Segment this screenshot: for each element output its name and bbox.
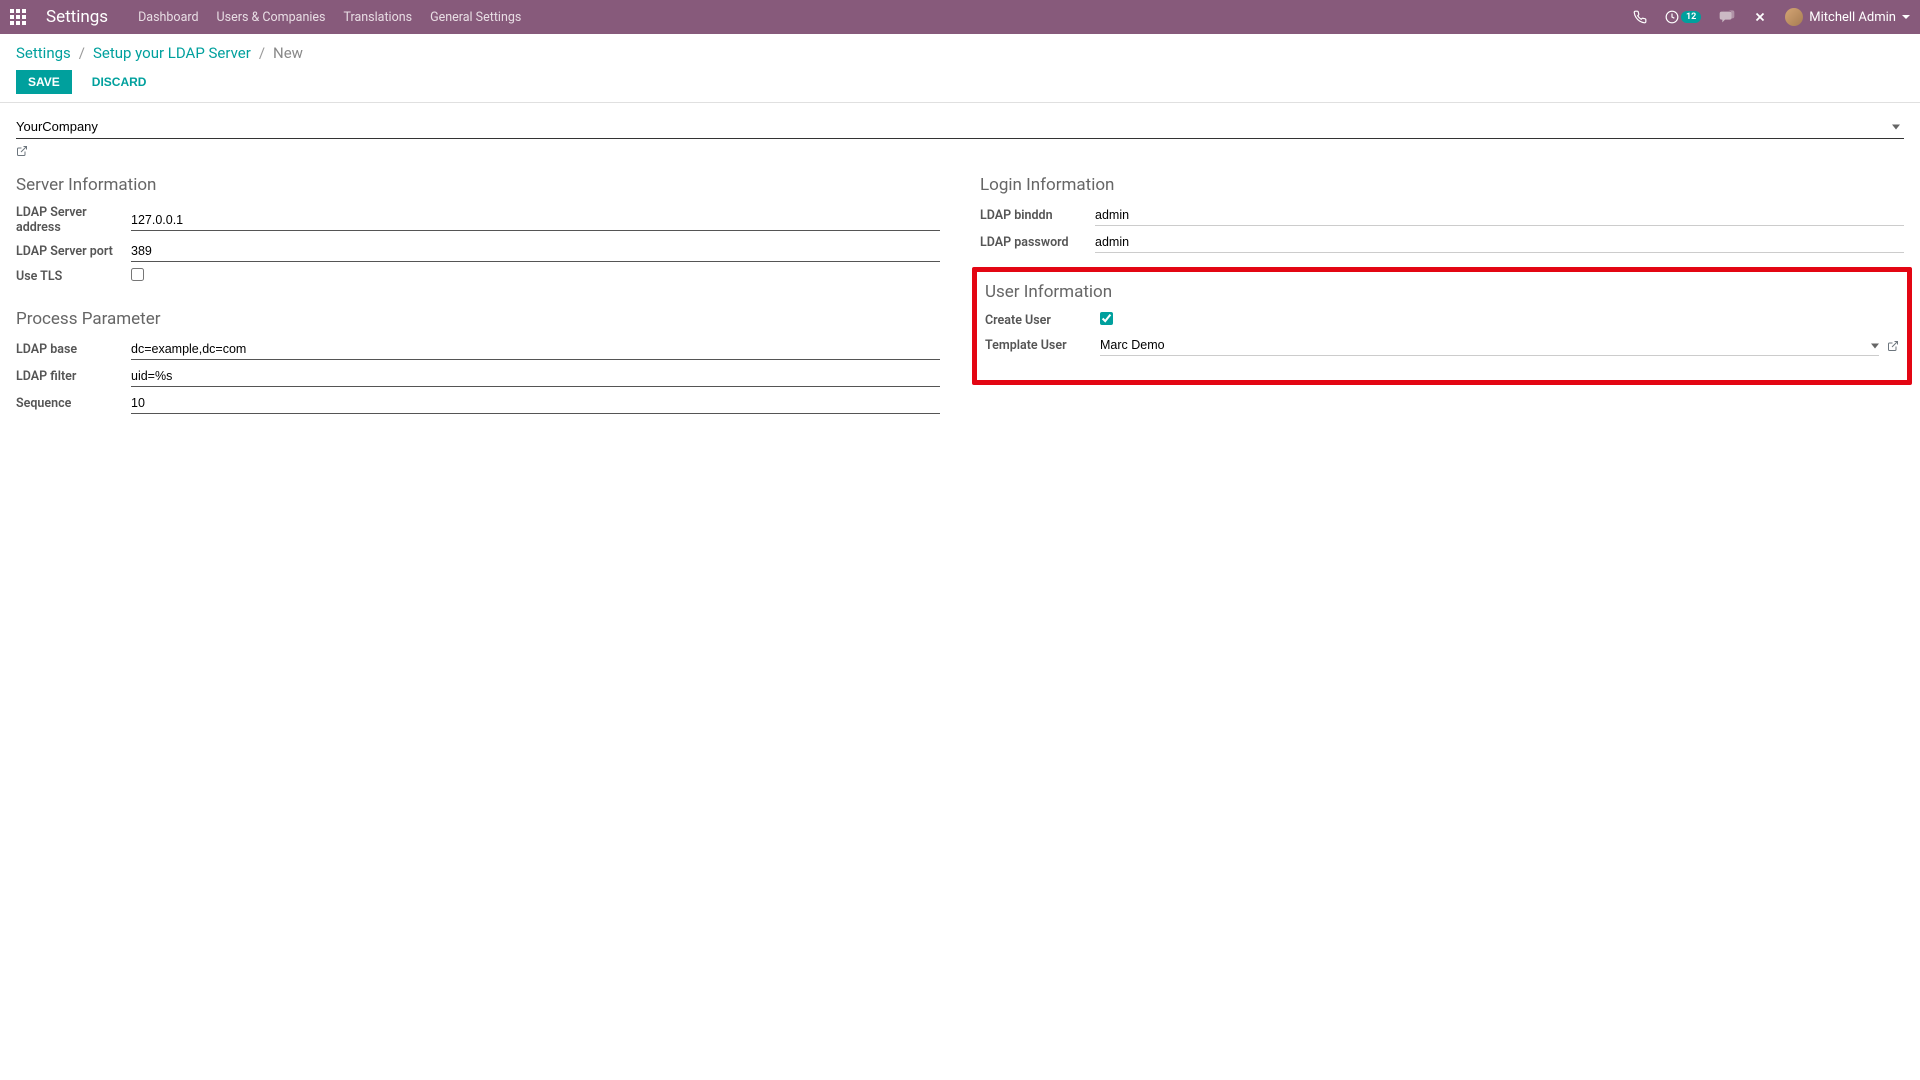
- label-create-user: Create User: [985, 313, 1100, 328]
- label-ldap-password: LDAP password: [980, 235, 1095, 250]
- user-info-section: User Information Create User Template Us…: [985, 282, 1899, 356]
- field-use-tls: Use TLS: [16, 268, 940, 285]
- field-ldap-password: LDAP password: [980, 232, 1904, 253]
- control-panel: Settings / Setup your LDAP Server / New …: [0, 34, 1920, 103]
- nav-dashboard[interactable]: Dashboard: [138, 10, 198, 25]
- user-menu[interactable]: Mitchell Admin: [1785, 8, 1910, 26]
- action-buttons: SAVE DISCARD: [16, 70, 1904, 94]
- activity-badge: 12: [1681, 11, 1701, 23]
- server-info-title: Server Information: [16, 175, 940, 195]
- field-template-user: Template User: [985, 335, 1899, 356]
- input-sequence[interactable]: [131, 393, 940, 414]
- server-info-section: Server Information LDAP Server address L…: [16, 175, 940, 285]
- topbar-left: Settings Dashboard Users & Companies Tra…: [10, 7, 521, 27]
- input-ldap-filter[interactable]: [131, 366, 940, 387]
- label-ldap-port: LDAP Server port: [16, 244, 131, 259]
- apps-icon[interactable]: [10, 9, 26, 25]
- field-ldap-port: LDAP Server port: [16, 241, 940, 262]
- form-view: Server Information LDAP Server address L…: [0, 103, 1920, 468]
- breadcrumb-sep: /: [259, 44, 265, 62]
- label-ldap-binddn: LDAP binddn: [980, 208, 1095, 223]
- topbar: Settings Dashboard Users & Companies Tra…: [0, 0, 1920, 34]
- field-ldap-binddn: LDAP binddn: [980, 205, 1904, 226]
- breadcrumb-current: New: [273, 44, 303, 62]
- field-ldap-base: LDAP base: [16, 339, 940, 360]
- breadcrumb: Settings / Setup your LDAP Server / New: [16, 44, 1904, 62]
- nav-users-companies[interactable]: Users & Companies: [217, 10, 326, 25]
- process-param-section: Process Parameter LDAP base LDAP filter …: [16, 309, 940, 414]
- login-info-title: Login Information: [980, 175, 1904, 195]
- highlight-box: User Information Create User Template Us…: [972, 267, 1912, 385]
- input-ldap-address[interactable]: [131, 210, 940, 231]
- form-columns: Server Information LDAP Server address L…: [16, 175, 1904, 438]
- field-create-user: Create User: [985, 312, 1899, 329]
- discard-button[interactable]: DISCARD: [84, 70, 155, 94]
- app-brand[interactable]: Settings: [46, 7, 108, 27]
- external-link-icon[interactable]: [16, 145, 28, 157]
- left-column: Server Information LDAP Server address L…: [16, 175, 940, 438]
- activity-icon[interactable]: 12: [1665, 10, 1701, 24]
- nav-general-settings[interactable]: General Settings: [430, 10, 521, 25]
- input-ldap-binddn[interactable]: [1095, 205, 1904, 226]
- process-param-title: Process Parameter: [16, 309, 940, 329]
- chevron-down-icon: [1902, 15, 1910, 19]
- breadcrumb-settings[interactable]: Settings: [16, 44, 71, 62]
- breadcrumb-sep: /: [79, 44, 85, 62]
- label-ldap-address: LDAP Server address: [16, 205, 131, 235]
- checkbox-use-tls[interactable]: [131, 268, 144, 281]
- messages-icon[interactable]: [1719, 10, 1735, 24]
- external-link-icon[interactable]: [1887, 340, 1899, 352]
- avatar: [1785, 8, 1803, 26]
- label-ldap-base: LDAP base: [16, 342, 131, 357]
- topbar-right: 12 Mitchell Admin: [1633, 8, 1910, 26]
- label-use-tls: Use TLS: [16, 269, 131, 284]
- save-button[interactable]: SAVE: [16, 70, 72, 94]
- phone-icon[interactable]: [1633, 10, 1647, 24]
- user-info-title: User Information: [985, 282, 1899, 302]
- field-ldap-address: LDAP Server address: [16, 205, 940, 235]
- company-select[interactable]: [16, 115, 1904, 139]
- company-row: [16, 115, 1904, 161]
- right-column: Login Information LDAP binddn LDAP passw…: [980, 175, 1904, 438]
- login-info-section: Login Information LDAP binddn LDAP passw…: [980, 175, 1904, 253]
- breadcrumb-ldap[interactable]: Setup your LDAP Server: [93, 44, 251, 62]
- nav-menu: Dashboard Users & Companies Translations…: [138, 10, 521, 25]
- field-sequence: Sequence: [16, 393, 940, 414]
- input-ldap-port[interactable]: [131, 241, 940, 262]
- input-ldap-base[interactable]: [131, 339, 940, 360]
- input-template-user[interactable]: [1100, 335, 1879, 356]
- company-select-wrapper: [16, 115, 1904, 139]
- label-template-user: Template User: [985, 338, 1100, 353]
- checkbox-create-user[interactable]: [1100, 312, 1113, 325]
- close-icon[interactable]: [1753, 10, 1767, 24]
- user-name: Mitchell Admin: [1809, 10, 1896, 25]
- label-sequence: Sequence: [16, 396, 131, 411]
- input-ldap-password[interactable]: [1095, 232, 1904, 253]
- field-ldap-filter: LDAP filter: [16, 366, 940, 387]
- nav-translations[interactable]: Translations: [343, 10, 412, 25]
- label-ldap-filter: LDAP filter: [16, 369, 131, 384]
